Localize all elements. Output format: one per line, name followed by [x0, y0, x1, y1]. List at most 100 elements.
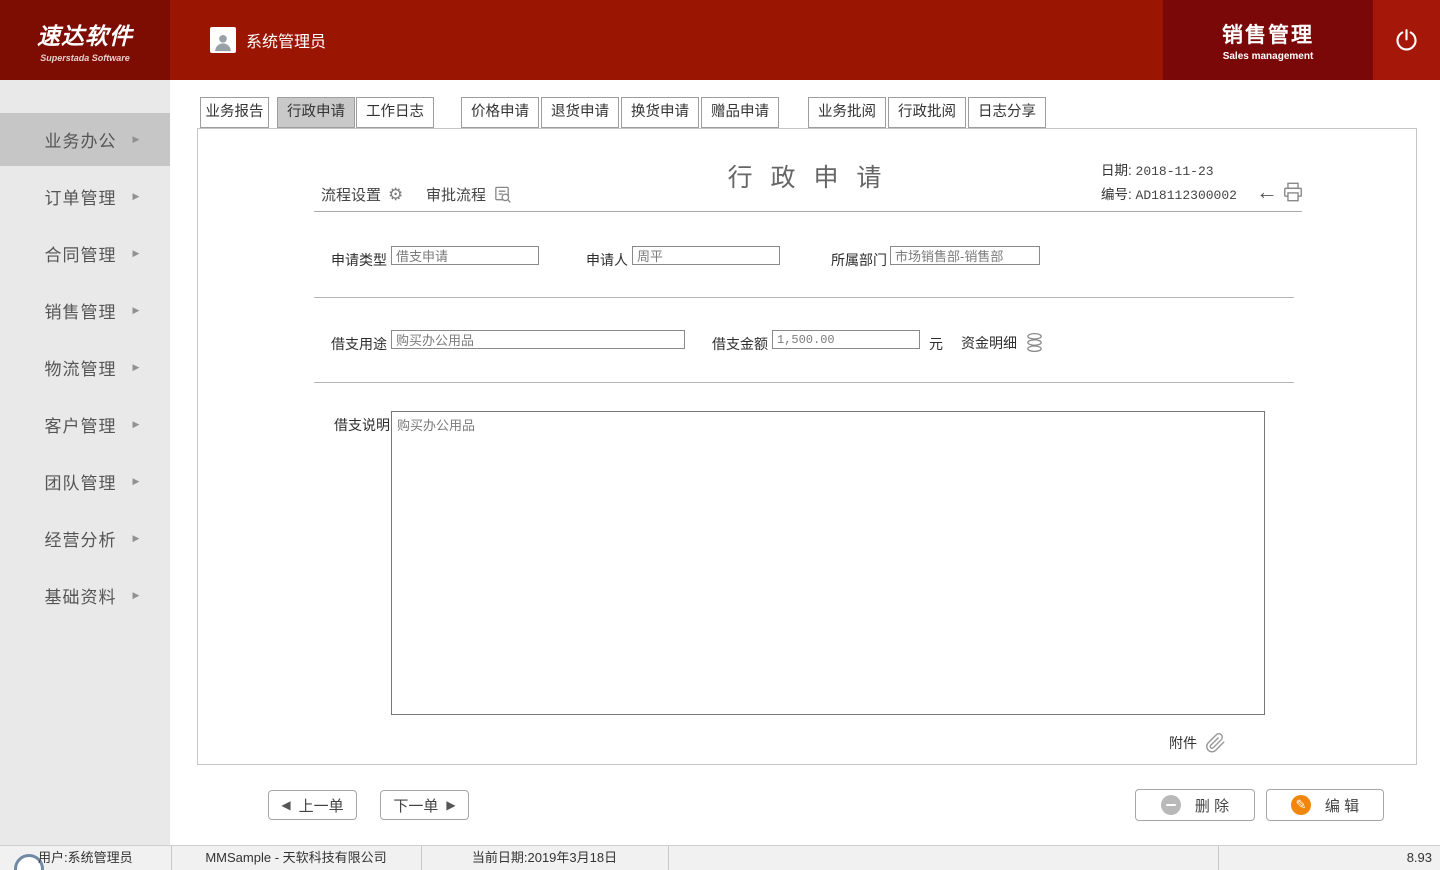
module-title: 销售管理 — [1222, 19, 1314, 49]
user-avatar-icon — [210, 27, 236, 53]
status-user: 用户:系统管理员 — [38, 846, 133, 870]
applicant-input[interactable] — [632, 246, 780, 265]
pencil-circle-icon: ✎ — [1291, 795, 1311, 815]
department-input[interactable] — [890, 246, 1040, 265]
fund-detail-button[interactable]: 资金明细 — [961, 331, 1045, 355]
sidebar-item-order-management[interactable]: 订单管理 ▶ — [0, 170, 170, 223]
applicant-label: 申请人 — [566, 250, 628, 270]
status-version: 8.93 — [1407, 846, 1432, 870]
application-type-label: 申请类型 — [319, 250, 387, 270]
print-icon[interactable] — [1282, 181, 1304, 203]
sidebar-item-label: 团队管理 — [45, 469, 117, 494]
paperclip-icon — [1205, 732, 1226, 754]
module-subtitle: Sales management — [1223, 51, 1314, 62]
loan-purpose-label: 借支用途 — [319, 334, 387, 354]
sidebar-item-label: 客户管理 — [45, 412, 117, 437]
form-number: 编号: AD18112300002 — [1101, 183, 1237, 207]
divider — [314, 297, 1294, 298]
divider — [314, 211, 1302, 212]
triangle-right-icon: ▶ — [446, 798, 455, 812]
status-date: 当前日期:2019年3月18日 — [421, 846, 668, 870]
attachment-button[interactable]: 附件 — [1169, 732, 1226, 754]
tab-business-report[interactable]: 业务报告 — [200, 97, 269, 128]
back-arrow-icon[interactable]: ← — [1256, 179, 1278, 205]
tab-admin-review[interactable]: 行政批阅 — [888, 97, 966, 128]
sidebar-item-label: 物流管理 — [45, 355, 117, 380]
chevron-right-icon: ▶ — [133, 248, 140, 259]
delete-button[interactable]: 删 除 — [1135, 789, 1255, 821]
chevron-right-icon: ▶ — [133, 476, 140, 487]
minus-circle-icon — [1161, 795, 1181, 815]
sidebar-item-customer-management[interactable]: 客户管理 ▶ — [0, 398, 170, 451]
tab-gift-application[interactable]: 赠品申请 — [701, 97, 779, 128]
power-icon — [1393, 27, 1420, 54]
sidebar-item-contract-management[interactable]: 合同管理 ▶ — [0, 227, 170, 280]
sidebar-item-label: 合同管理 — [45, 241, 117, 266]
logout-button[interactable] — [1373, 0, 1440, 80]
status-bar: 用户:系统管理员 MMSample - 天软科技有限公司 当前日期:2019年3… — [0, 845, 1440, 870]
top-header: 速达软件 Superstada Software 系统管理员 销售管理 Sale… — [0, 0, 1440, 80]
user-name-label: 系统管理员 — [246, 28, 326, 52]
chevron-right-icon: ▶ — [133, 419, 140, 430]
tab-return-application[interactable]: 退货申请 — [541, 97, 619, 128]
tab-exchange-application[interactable]: 换货申请 — [621, 97, 699, 128]
sidebar-item-logistics-management[interactable]: 物流管理 ▶ — [0, 341, 170, 394]
sidebar-item-basic-data[interactable]: 基础资料 ▶ — [0, 569, 170, 622]
loan-amount-label: 借支金额 — [700, 334, 768, 354]
edit-label: 编 辑 — [1325, 795, 1359, 816]
sidebar-item-sales-management[interactable]: 销售管理▶ — [0, 284, 170, 337]
app-logo: 速达软件 Superstada Software — [0, 0, 170, 80]
edit-button[interactable]: ✎ 编 辑 — [1266, 789, 1384, 821]
chevron-right-icon: ▶ — [133, 362, 140, 373]
sidebar-item-business-analysis[interactable]: 经营分析 ▶ — [0, 512, 170, 565]
app-window: 速达软件 Superstada Software 系统管理员 销售管理 Sale… — [0, 0, 1440, 870]
triangle-left-icon: ◀ — [281, 798, 290, 812]
admin-application-form: 流程设置 ⚙ 审批流程 行 政 申 请 日期: 201 — [197, 128, 1417, 765]
tab-admin-application[interactable]: 行政申请 — [277, 97, 355, 128]
loan-amount-input[interactable] — [772, 330, 920, 349]
sidebar-item-business-office[interactable]: 业务办公 ▶ — [0, 113, 170, 166]
coins-icon — [1024, 331, 1045, 355]
main-content: 业务报告 行政申请 工作日志 价格申请 退货申请 换货申请 赠品申请 业务批阅 … — [170, 80, 1440, 845]
divider — [1218, 846, 1219, 870]
logo-title: 速达软件 — [37, 17, 133, 51]
tab-price-application[interactable]: 价格申请 — [461, 97, 539, 128]
chevron-right-icon: ▶ — [133, 305, 140, 316]
tab-log-sharing[interactable]: 日志分享 — [968, 97, 1046, 128]
date-label: 日期: — [1101, 163, 1132, 178]
module-title-block: 销售管理 Sales management — [1163, 0, 1373, 80]
form-meta: 日期: 2018-11-23 编号: AD18112300002 — [1101, 159, 1237, 207]
form-date: 日期: 2018-11-23 — [1101, 159, 1237, 183]
sidebar-item-label: 基础资料 — [45, 583, 117, 608]
divider — [668, 846, 669, 870]
current-user: 系统管理员 — [210, 27, 326, 53]
sidebar-item-label: 经营分析 — [45, 526, 117, 551]
previous-record-label: 上一单 — [299, 795, 344, 816]
loan-note-label: 借支说明 — [322, 415, 390, 435]
number-label: 编号: — [1101, 187, 1132, 202]
sidebar-item-team-management[interactable]: 团队管理 ▶ — [0, 455, 170, 508]
chevron-right-icon: ▶ — [133, 533, 140, 544]
chevron-right-icon: ▶ — [133, 134, 140, 145]
previous-record-button[interactable]: ◀ 上一单 — [268, 790, 357, 820]
chevron-right-icon: ▶ — [133, 191, 140, 202]
sidebar-item-label: 业务办公 — [45, 127, 117, 152]
number-value: AD18112300002 — [1136, 188, 1237, 203]
sidebar-item-label: 订单管理 — [45, 184, 117, 209]
delete-label: 删 除 — [1195, 795, 1229, 816]
loan-purpose-input[interactable] — [391, 330, 685, 349]
next-record-label: 下一单 — [393, 795, 438, 816]
date-value: 2018-11-23 — [1136, 164, 1214, 179]
department-label: 所属部门 — [819, 250, 887, 270]
logo-subtitle: Superstada Software — [40, 53, 130, 63]
amount-unit-label: 元 — [929, 334, 949, 354]
chevron-right-icon: ▶ — [133, 590, 140, 601]
divider — [314, 382, 1294, 383]
tab-business-review[interactable]: 业务批阅 — [808, 97, 886, 128]
application-type-input[interactable] — [391, 246, 539, 265]
tab-work-log[interactable]: 工作日志 — [356, 97, 434, 128]
status-company: MMSample - 天软科技有限公司 — [171, 846, 421, 870]
loan-note-textarea[interactable]: 购买办公用品 — [391, 411, 1265, 715]
next-record-button[interactable]: 下一单 ▶ — [380, 790, 469, 820]
attachment-label: 附件 — [1169, 733, 1197, 753]
